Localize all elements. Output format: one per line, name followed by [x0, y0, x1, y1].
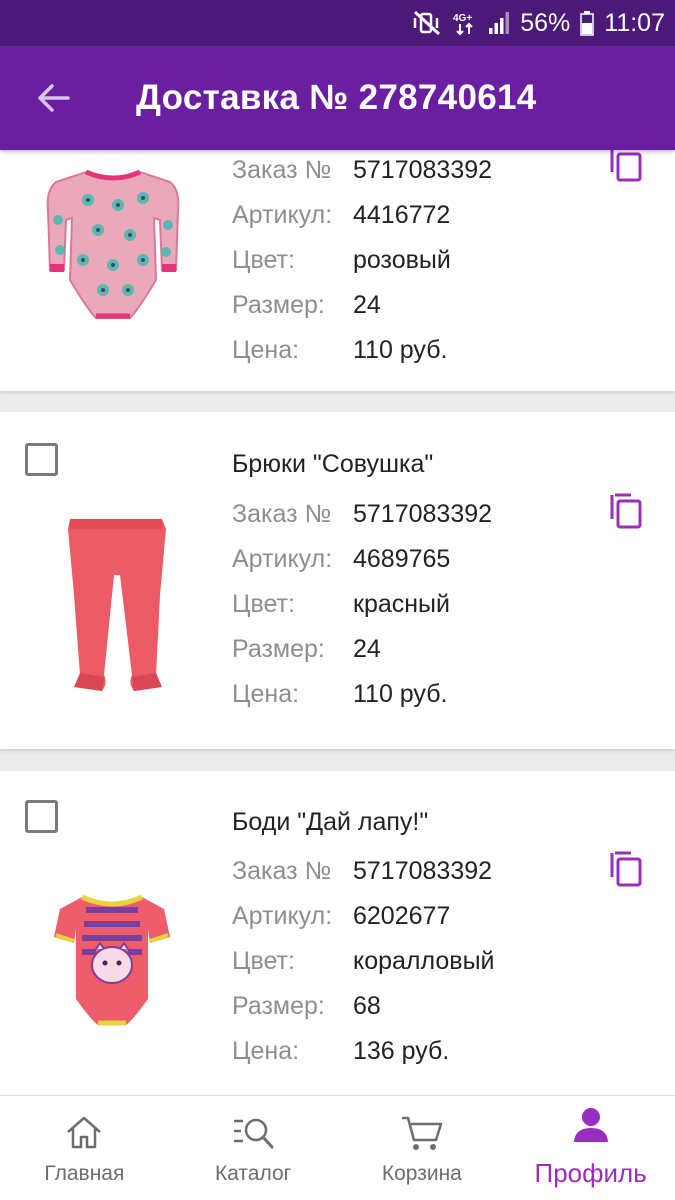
bottom-navigation: Главная Каталог Корзина Профиль — [0, 1095, 675, 1200]
nav-profile[interactable]: Профиль — [506, 1096, 675, 1200]
product-image[interactable] — [52, 889, 172, 1034]
nav-cart[interactable]: Корзина — [338, 1096, 507, 1200]
battery-icon — [580, 10, 595, 36]
list-item: Брюки "Совушка" Заказ № 5717083392 Артик… — [0, 412, 675, 749]
page-title: Доставка № 278740614 — [136, 78, 537, 117]
select-item-checkbox[interactable] — [25, 800, 58, 833]
network-4g-icon: 4G+ — [452, 10, 478, 36]
list-item: Боди "Дай лапу!" Заказ № 5717083392 Арти… — [0, 771, 675, 1095]
copy-button[interactable] — [609, 150, 643, 182]
delivery-items-list[interactable]: Заказ № 5717083392 Артикул: 4416772 Цвет… — [0, 150, 675, 1095]
clock: 11:07 — [604, 8, 665, 37]
back-button[interactable] — [0, 46, 106, 150]
nav-label: Корзина — [381, 1162, 462, 1185]
product-image[interactable] — [38, 160, 188, 330]
red-pants-image — [68, 519, 166, 691]
product-image[interactable] — [62, 515, 172, 700]
status-bar: 4G+ 56% 11:07 — [0, 0, 675, 46]
battery-percent: 56% — [520, 8, 571, 37]
nav-label: Главная — [44, 1162, 125, 1185]
product-name: Боди "Дай лапу!" — [232, 808, 429, 836]
nav-home[interactable]: Главная — [0, 1096, 169, 1200]
coral-cat-bodysuit-image — [54, 894, 170, 1026]
svg-text:4G+: 4G+ — [453, 13, 472, 24]
signal-icon — [488, 11, 510, 35]
catalog-search-icon — [234, 1118, 274, 1149]
copy-icon — [610, 493, 642, 529]
list-item: Заказ № 5717083392 Артикул: 4416772 Цвет… — [0, 150, 675, 391]
profile-icon — [573, 1108, 608, 1142]
copy-icon — [610, 851, 642, 887]
copy-icon — [610, 150, 642, 182]
copy-button[interactable] — [609, 851, 643, 887]
pink-owl-bodysuit-image — [46, 169, 180, 319]
nav-label: Профиль — [534, 1158, 647, 1188]
nav-label: Каталог — [214, 1162, 292, 1185]
copy-button[interactable] — [609, 493, 643, 529]
arrow-left-icon — [38, 84, 70, 112]
nav-catalog[interactable]: Каталог — [169, 1096, 338, 1200]
product-name: Брюки "Совушка" — [232, 450, 434, 478]
app-bar: Доставка № 278740614 — [0, 46, 675, 150]
mute-vibrate-icon — [412, 10, 442, 36]
cart-icon — [401, 1116, 443, 1150]
home-icon — [67, 1116, 102, 1149]
select-item-checkbox[interactable] — [25, 443, 58, 476]
